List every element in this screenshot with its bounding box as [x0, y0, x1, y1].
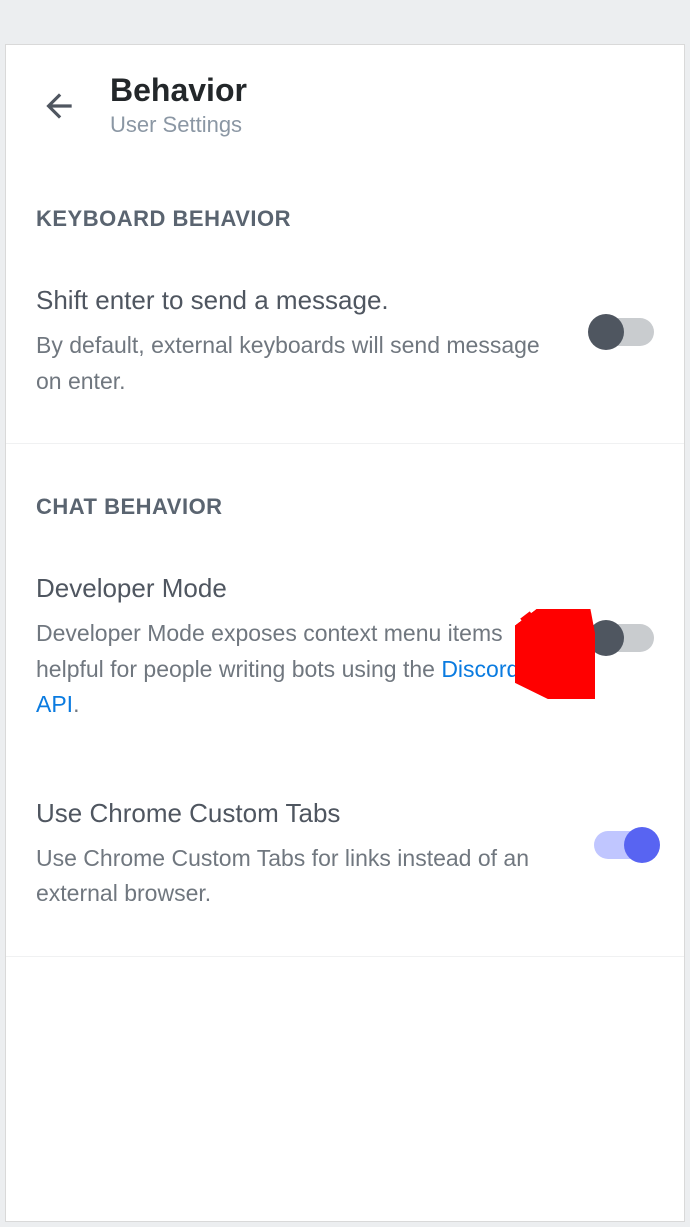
divider	[6, 956, 684, 957]
row-desc: Use Chrome Custom Tabs for links instead…	[36, 841, 564, 912]
desc-pre: Developer Mode exposes context menu item…	[36, 620, 503, 682]
row-chrome-tabs[interactable]: Use Chrome Custom Tabs Use Chrome Custom…	[6, 767, 684, 956]
toggle-knob	[588, 620, 624, 656]
settings-screen: Behavior User Settings KEYBOARD BEHAVIOR…	[5, 44, 685, 1222]
row-title: Use Chrome Custom Tabs	[36, 797, 564, 831]
row-text: Shift enter to send a message. By defaul…	[36, 284, 564, 399]
row-desc: Developer Mode exposes context menu item…	[36, 616, 564, 723]
chrome-tabs-toggle[interactable]	[594, 831, 654, 859]
section-chat-heading: CHAT BEHAVIOR	[6, 444, 684, 520]
row-developer-mode[interactable]: Developer Mode Developer Mode exposes co…	[6, 520, 684, 767]
row-text: Use Chrome Custom Tabs Use Chrome Custom…	[36, 797, 564, 912]
toggle-knob	[588, 314, 624, 350]
row-title: Developer Mode	[36, 572, 564, 606]
row-desc: By default, external keyboards will send…	[36, 328, 564, 399]
back-button[interactable]	[34, 81, 84, 131]
row-text: Developer Mode Developer Mode exposes co…	[36, 572, 564, 723]
title-block: Behavior User Settings	[110, 73, 247, 138]
arrow-left-icon	[40, 87, 78, 125]
header: Behavior User Settings	[6, 45, 684, 156]
row-shift-enter[interactable]: Shift enter to send a message. By defaul…	[6, 232, 684, 443]
page-subtitle: User Settings	[110, 112, 247, 138]
page-title: Behavior	[110, 73, 247, 108]
desc-post: .	[73, 691, 79, 717]
toggle-knob	[624, 827, 660, 863]
section-keyboard-heading: KEYBOARD BEHAVIOR	[6, 156, 684, 232]
row-title: Shift enter to send a message.	[36, 284, 564, 318]
developer-mode-toggle[interactable]	[594, 624, 654, 652]
shift-enter-toggle[interactable]	[594, 318, 654, 346]
